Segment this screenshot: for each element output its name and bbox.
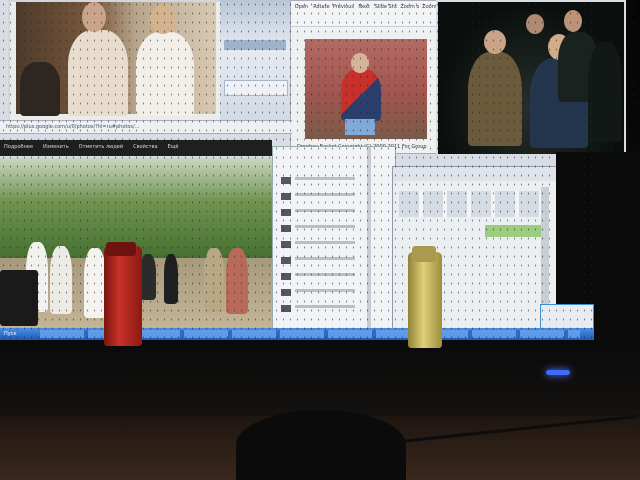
photo-window-night-group	[436, 0, 626, 156]
viewer-open-button[interactable]: Open	[293, 4, 310, 23]
menu-item-tag-people[interactable]: Отметить людей	[79, 144, 124, 152]
viewer-previous-button[interactable]: Previous	[333, 4, 354, 23]
photo-of-monitor: Open Rotate Previous Next Slide Show Zoo…	[0, 0, 640, 480]
red-lighter	[104, 242, 142, 346]
menu-item-extra[interactable]: Ещё	[168, 144, 179, 152]
browser-menu-bar: Подробнее Изменить Отметить людей Свойст…	[0, 140, 272, 156]
viewer-toolbar: Open Rotate Previous Next Slide Show Zoo…	[291, 1, 443, 27]
viewer-zoom-out-button[interactable]: Zoom out	[400, 4, 419, 23]
browser-address-bar[interactable]: https://plus.google.com/u/0/photos/?hl=r…	[0, 120, 292, 134]
viewer-slideshow-button[interactable]: Slide Show	[375, 4, 398, 23]
groom-figure	[68, 30, 128, 116]
viewer-photo	[305, 39, 427, 139]
image-viewer-window: Open Rotate Previous Next Slide Show Zoo…	[290, 0, 444, 154]
person-olive-jacket	[468, 52, 522, 146]
phone-on-desk	[0, 270, 38, 326]
green-highlight-note	[485, 225, 545, 237]
menu-item-properties[interactable]: Свойства	[133, 144, 157, 152]
viewer-rotate-button[interactable]: Rotate	[313, 4, 330, 23]
file-list-window	[272, 146, 396, 332]
browser-url-text: https://plus.google.com/u/0/photos/?hl=r…	[6, 124, 140, 130]
woman-patterned-dress	[226, 248, 248, 314]
taskbar: Пуск	[0, 328, 594, 340]
side-panel	[220, 0, 292, 126]
start-button[interactable]: Пуск	[4, 331, 17, 337]
menu-item-more[interactable]: Подробнее	[4, 144, 33, 152]
monitor-bottom-bezel	[0, 340, 640, 416]
black-base	[236, 410, 406, 480]
power-led-icon	[546, 370, 570, 375]
photo-window-wedding-couple	[8, 0, 227, 126]
bride-figure	[136, 32, 194, 116]
viewer-next-button[interactable]: Next	[357, 4, 372, 23]
menu-item-edit[interactable]: Изменить	[43, 144, 69, 152]
yellow-lighter	[408, 246, 442, 348]
